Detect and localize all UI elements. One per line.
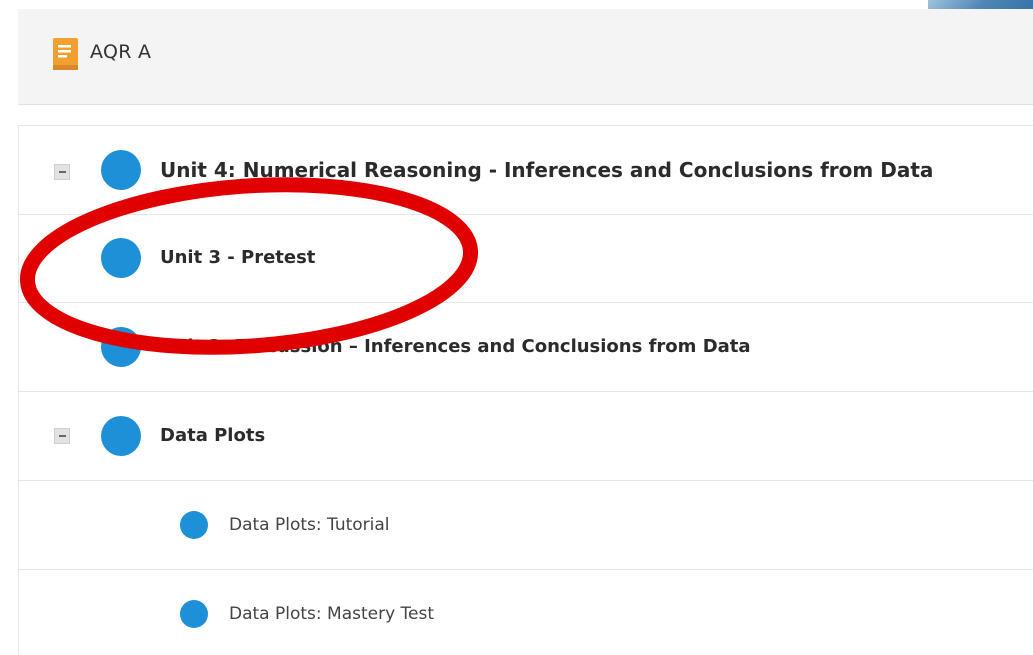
- collapse-toggle-icon[interactable]: [54, 428, 70, 444]
- course-tree: Unit 4: Numerical Reasoning - Inferences…: [18, 125, 1033, 655]
- status-dot-icon: [101, 150, 141, 190]
- status-dot-icon: [180, 600, 208, 628]
- tree-item-label[interactable]: Data Plots: Tutorial: [229, 515, 390, 535]
- tree-row-unit4[interactable]: Unit 4: Numerical Reasoning - Inferences…: [19, 125, 1033, 215]
- tree-row-data-plots-tutorial[interactable]: Data Plots: Tutorial: [19, 481, 1033, 570]
- header-gap: [18, 105, 1033, 125]
- tree-row-data-plots-mastery[interactable]: Data Plots: Mastery Test: [19, 570, 1033, 655]
- status-dot-icon: [101, 238, 141, 278]
- course-header: AQR A: [18, 9, 1033, 105]
- tree-item-label[interactable]: Data Plots: Mastery Test: [229, 604, 434, 624]
- tree-item-label[interactable]: Unit 4: Numerical Reasoning - Inferences…: [160, 158, 933, 182]
- tree-item-label[interactable]: Unit 3 - Pretest: [160, 247, 315, 268]
- top-strip: [0, 0, 1033, 9]
- tree-row-unit3-discussion[interactable]: Unit 3: Discussion – Inferences and Conc…: [19, 303, 1033, 392]
- tree-row-unit3-pretest[interactable]: Unit 3 - Pretest: [19, 214, 1033, 303]
- tree-item-label[interactable]: Unit 3: Discussion – Inferences and Conc…: [160, 336, 751, 357]
- collapse-toggle-icon[interactable]: [54, 164, 70, 180]
- course-outline-page: AQR A Unit 4: Numerical Reasoning - Infe…: [0, 0, 1033, 655]
- course-title: AQR A: [90, 41, 152, 63]
- tree-item-label[interactable]: Data Plots: [160, 425, 265, 446]
- book-icon: [53, 38, 78, 70]
- status-dot-icon: [101, 327, 141, 367]
- status-dot-icon: [180, 511, 208, 539]
- tree-row-data-plots[interactable]: Data Plots: [19, 392, 1033, 481]
- status-dot-icon: [101, 416, 141, 456]
